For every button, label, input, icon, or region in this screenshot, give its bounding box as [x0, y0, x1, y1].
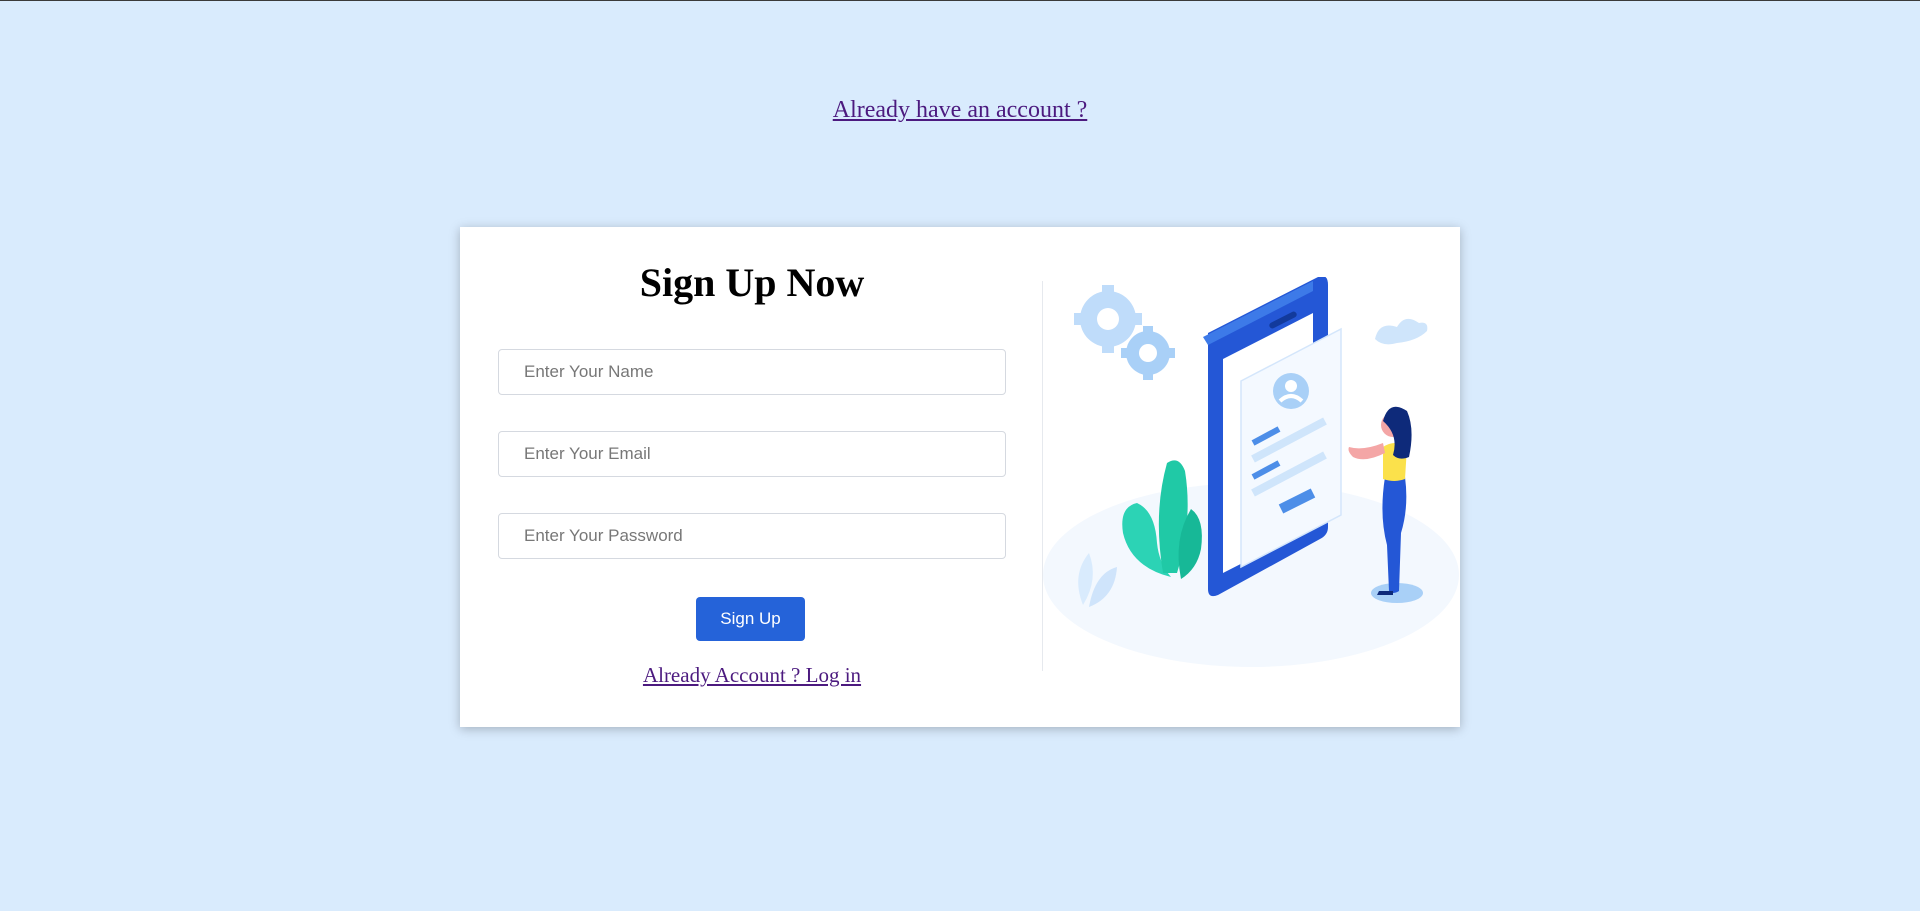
- signup-form: Sign Up Now Sign Up Already Account ? Lo…: [498, 227, 1006, 727]
- name-input[interactable]: [498, 349, 1006, 395]
- sign-up-button[interactable]: Sign Up: [696, 597, 805, 641]
- signup-card: Sign Up Now Sign Up Already Account ? Lo…: [460, 227, 1460, 727]
- password-input[interactable]: [498, 513, 1006, 559]
- avatar-icon: [1273, 373, 1309, 409]
- cloud-icon: [1375, 318, 1428, 345]
- already-have-account-link[interactable]: Already have an account ?: [0, 97, 1920, 124]
- top-border: [0, 0, 1920, 1]
- page-title: Sign Up Now: [639, 260, 865, 305]
- login-link[interactable]: Already Account ? Log in: [498, 663, 1006, 688]
- email-input[interactable]: [498, 431, 1006, 477]
- signup-illustration: [1043, 277, 1459, 667]
